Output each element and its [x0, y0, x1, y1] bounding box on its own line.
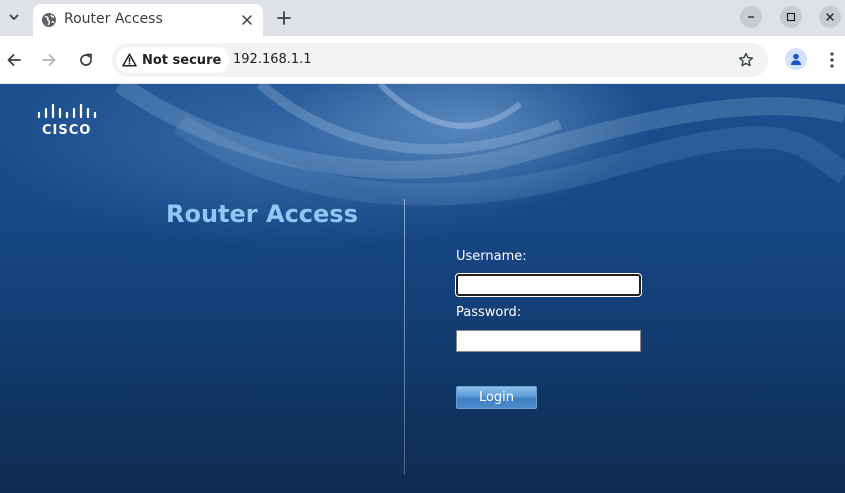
- vertical-divider: [404, 199, 405, 475]
- cisco-wordmark: CISCO: [42, 123, 92, 138]
- new-tab-button[interactable]: [272, 6, 296, 30]
- window-minimize-button[interactable]: [740, 6, 762, 28]
- bookmark-button[interactable]: [736, 50, 756, 70]
- router-login-page: CISCO Router Access Username: Password: …: [0, 84, 845, 493]
- browser-tab-active[interactable]: Router Access: [33, 4, 263, 36]
- window-maximize-button[interactable]: [780, 6, 802, 28]
- arrow-left-icon: [7, 54, 21, 66]
- username-label: Username:: [456, 249, 527, 264]
- browser-menu-button[interactable]: [822, 48, 842, 72]
- kebab-menu-icon: [830, 52, 834, 68]
- reload-icon: [80, 53, 92, 66]
- security-label: Not secure: [142, 52, 222, 68]
- login-button[interactable]: Login: [456, 386, 537, 409]
- warning-icon: [122, 53, 137, 67]
- chevron-down-icon: [9, 14, 19, 20]
- forward-button[interactable]: [37, 48, 61, 72]
- password-input[interactable]: [456, 330, 641, 352]
- minimize-icon: [748, 16, 754, 18]
- arrow-right-icon: [42, 54, 56, 66]
- security-chip[interactable]: Not secure: [116, 47, 230, 73]
- browser-tabstrip: Router Access: [0, 0, 845, 36]
- globe-icon: [42, 13, 56, 27]
- username-input[interactable]: [455, 273, 642, 297]
- reload-button[interactable]: [74, 48, 98, 72]
- profile-button[interactable]: [785, 48, 807, 70]
- back-button[interactable]: [2, 48, 26, 72]
- close-icon: [242, 15, 252, 25]
- star-icon: [738, 52, 754, 67]
- tab-list-button[interactable]: [3, 6, 25, 28]
- window-close-button[interactable]: [819, 6, 841, 28]
- tab-close-button[interactable]: [237, 10, 257, 30]
- plus-icon: [277, 11, 291, 25]
- maximize-icon: [786, 12, 796, 22]
- cisco-logo: CISCO: [36, 104, 100, 140]
- cisco-bars-icon: [37, 104, 97, 119]
- browser-toolbar: Not secure 192.168.1.1: [0, 36, 845, 84]
- tab-title: Router Access: [64, 11, 163, 27]
- address-bar[interactable]: Not secure 192.168.1.1: [112, 43, 768, 77]
- page-title: Router Access: [166, 200, 358, 228]
- close-icon: [826, 13, 834, 21]
- url-text[interactable]: 192.168.1.1: [233, 52, 312, 67]
- password-label: Password:: [456, 305, 522, 320]
- person-icon: [790, 53, 802, 65]
- background-swoosh: [114, 84, 845, 206]
